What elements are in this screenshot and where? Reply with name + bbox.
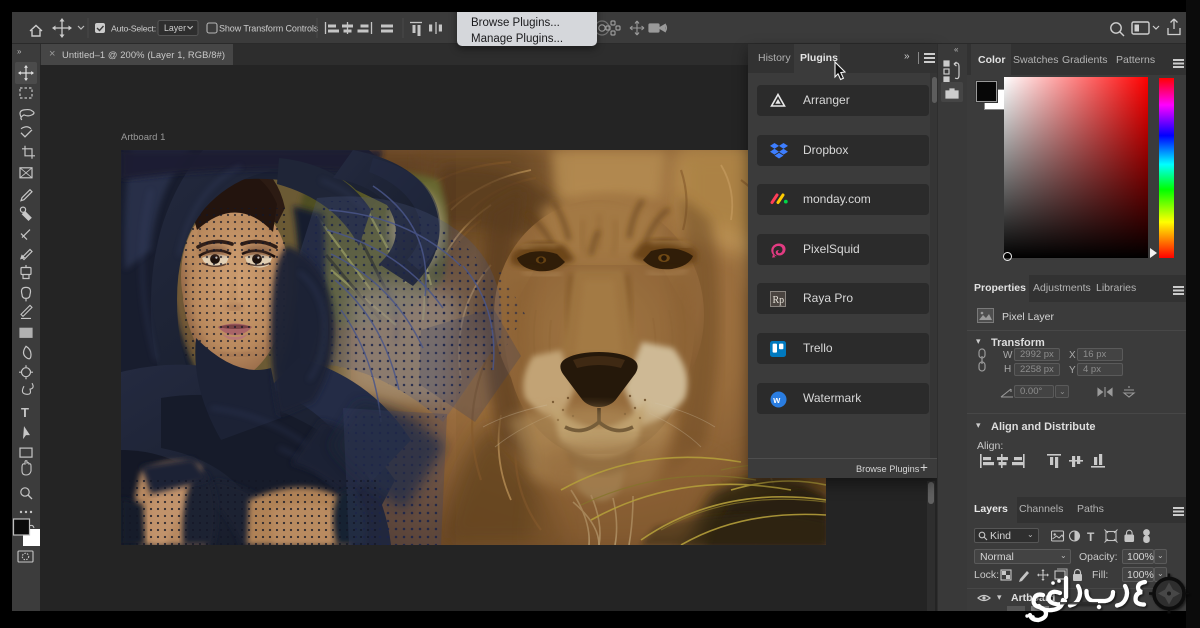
svg-text:»: » <box>17 47 22 56</box>
svg-text:T: T <box>21 405 29 420</box>
svg-text:Auto-Select:: Auto-Select: <box>111 24 156 34</box>
svg-text:T: T <box>1087 530 1095 544</box>
svg-text:Show Transform Controls: Show Transform Controls <box>219 24 319 34</box>
svg-text:«: « <box>954 45 959 54</box>
svg-text:Layer: Layer <box>164 23 186 33</box>
svg-text:Rp: Rp <box>773 295 785 306</box>
svg-text:w: w <box>772 395 781 405</box>
